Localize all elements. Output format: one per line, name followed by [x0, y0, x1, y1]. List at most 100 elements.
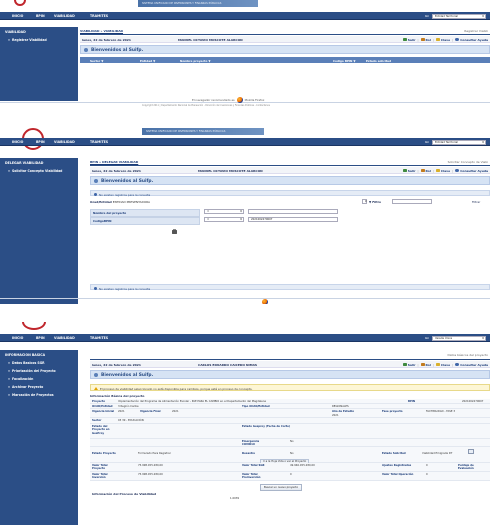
nav-tramites[interactable]: TRAMITES [90, 336, 108, 340]
nav-bpin[interactable]: BPIN [36, 140, 45, 144]
val-valor-sgr: 49.946.455.280,00 [290, 464, 315, 467]
screenshot-viabilidad: SISTEMA UNIFICADO DE INVERSIONES Y FINAN… [0, 0, 490, 108]
sidebar-item-solicitar[interactable]: Solicitar Concepto Viabilidad [0, 167, 78, 175]
ayuda-link[interactable]: Consultar Ayuda [455, 38, 488, 42]
info-icon [84, 48, 88, 52]
nav-tramites[interactable]: TRAMITES [90, 14, 108, 18]
print-icon[interactable] [172, 228, 177, 234]
nombre-proyecto-input[interactable] [248, 209, 338, 214]
val-valor-proyecto: 75.998.455.280,00 [138, 464, 163, 467]
top-banner: SISTEMA UNIFICADO DE INVERSIONES Y FINAN… [0, 0, 490, 12]
info-icon [94, 192, 97, 196]
chevron-down-icon: ▼ [482, 14, 484, 18]
warning-text: El proceso de viabilidad seleccionado no… [100, 387, 253, 391]
entity-select[interactable]: Vereda Única ▼ [432, 335, 486, 341]
user-actions: Salir | Rol | Clave | Consultar Ayuda [402, 37, 488, 42]
val-desastre: No [290, 452, 294, 455]
salir-link[interactable]: Salir [402, 169, 415, 173]
welcome-text: Bienvenidos al Suifp. [101, 372, 154, 378]
current-date: lunes, 22 de febrero de 2021 [92, 169, 141, 173]
sidebar-item-archivar[interactable]: Archivar Proyecto [0, 383, 78, 391]
user-icon [420, 168, 425, 173]
clave-label: Clave [440, 37, 451, 42]
sidebar-item-focalizacion[interactable]: Focalización [0, 375, 78, 383]
ayuda-link[interactable]: Consultar Ayuda [455, 363, 488, 367]
rol-label: Rol [425, 14, 429, 18]
separator: | [432, 362, 434, 367]
user-info-row: lunes, 22 de febrero de 2021 MANUEL OCTA… [90, 167, 490, 174]
sidebar: DELEGAR VIABILIDAD Solicitar Concepto Vi… [0, 158, 78, 304]
codigo-bpin-input[interactable]: 2021002470007 [248, 217, 338, 222]
col-entidad[interactable]: Entidad ▼ [140, 59, 155, 63]
col-sector[interactable]: Sector ▼ [90, 59, 103, 63]
breadcrumb[interactable]: VIABILIDAD » VIABILIDAD [80, 29, 123, 33]
rol-link-label: Rol [425, 362, 431, 367]
bpin-operator-select[interactable]: = ▼ [204, 217, 244, 222]
rol-link[interactable]: Rol [420, 168, 431, 173]
col-nombre[interactable]: Nombre proyecto ▼ [180, 59, 211, 63]
exit-icon [402, 362, 407, 367]
footer-right[interactable]: Mozilla Firefox [245, 98, 265, 102]
entity-select-value: Entidad Territorial [435, 14, 458, 18]
filtro-label: ▼ Filtro [369, 200, 381, 204]
lbl-valor-proyecto: Valor Total Proyecto [92, 464, 108, 471]
lbl-desastre: Desastre [242, 452, 256, 455]
col-estado-label: Estado solicitud [366, 58, 392, 63]
separator: | [417, 37, 419, 42]
user-icon [420, 362, 425, 367]
nav-viabilidad[interactable]: VIABILIDAD [54, 336, 75, 340]
nav-tramites[interactable]: TRAMITES [90, 140, 108, 144]
results-table-header: Sector ▼ Entidad ▼ Nombre proyecto ▼ Cod… [80, 57, 490, 63]
nav-inicio[interactable]: INICIO [12, 14, 23, 18]
clave-link[interactable]: Clave [435, 37, 451, 42]
rol-link[interactable]: Rol [420, 38, 431, 42]
clave-link[interactable]: Clave [435, 362, 451, 367]
buscar-proyecto-button[interactable]: Buscar un nuevo proyecto [260, 484, 303, 491]
filtrar-link[interactable]: Filtrar [472, 200, 480, 204]
clave-label: Clave [440, 362, 451, 367]
val-vigencia-final: 2021 [172, 410, 179, 413]
nombre-operator-select[interactable]: = ▼ [204, 209, 244, 214]
entity-select[interactable]: Entidad Territorial ▼ [432, 13, 486, 19]
lbl-ajustes: Ajustes Registrados [382, 464, 412, 467]
sidebar-item-priorizacion[interactable]: Priorización del Proyecto [0, 367, 78, 375]
separator: | [432, 37, 434, 42]
help-icon [455, 168, 460, 173]
entity-select[interactable]: Entidad Territorial ▼ [432, 139, 486, 145]
breadcrumb[interactable]: BPIN » DELEGAR VIABILIDAD [90, 160, 138, 164]
rol-link[interactable]: Rol [420, 362, 431, 367]
nav-viabilidad[interactable]: VIABILIDAD [54, 14, 75, 18]
info-icon [94, 286, 97, 290]
user-actions: Salir | Rol | Clave | Consultar Ayuda [402, 362, 488, 367]
key-icon [435, 362, 440, 367]
val-covid: No [290, 440, 294, 443]
ayuda-link[interactable]: Consultar Ayuda [455, 169, 488, 173]
col-bpin[interactable]: Codigo BPIN ▼ [333, 59, 356, 63]
val-proyecto: Implementación del Programa de Alimentac… [118, 399, 266, 403]
ayuda-label: Consultar Ayuda [460, 168, 488, 173]
salir-link[interactable]: Salir [402, 38, 415, 42]
nav-bpin[interactable]: BPIN [36, 336, 45, 340]
clave-link[interactable]: Clave [435, 169, 450, 173]
firefox-icon [236, 97, 243, 103]
warning-icon [94, 386, 98, 390]
salir-link[interactable]: Salir [402, 362, 415, 367]
col-estado[interactable]: Estado solicitud [366, 59, 391, 63]
lbl-puntaje: Puntaje de Evaluación [458, 464, 474, 471]
nav-inicio[interactable]: INICIO [12, 336, 23, 340]
current-date: lunes, 22 de febrero de 2021 [92, 363, 141, 367]
nav-viabilidad[interactable]: VIABILIDAD [54, 140, 75, 144]
user-name: CARLOS EDUARDO CAICEDO NIMAS [198, 363, 258, 367]
ocad-select[interactable]: ▼ [362, 199, 367, 204]
nav-bpin[interactable]: BPIN [36, 14, 45, 18]
document-icon[interactable] [468, 449, 474, 454]
ocad-label: Ocad/Entidad ENTIDAD PRESENTADORA [90, 200, 150, 204]
separator: | [417, 168, 419, 173]
sidebar-item-datos-basicos[interactable]: Datos Basicos SGR [0, 359, 78, 367]
sidebar-item-registrar[interactable]: Registrar Viabilidad [0, 36, 78, 44]
sidebar-item-marcacion[interactable]: Marcación de Proyectos [0, 391, 78, 399]
nav-inicio[interactable]: INICIO [12, 140, 23, 144]
filtro-input[interactable] [392, 199, 432, 204]
ocad-label-text: Ocad/Entidad [90, 200, 112, 204]
banner-title: SISTEMA UNIFICADO DE INVERSIONES Y FINAN… [142, 128, 264, 135]
